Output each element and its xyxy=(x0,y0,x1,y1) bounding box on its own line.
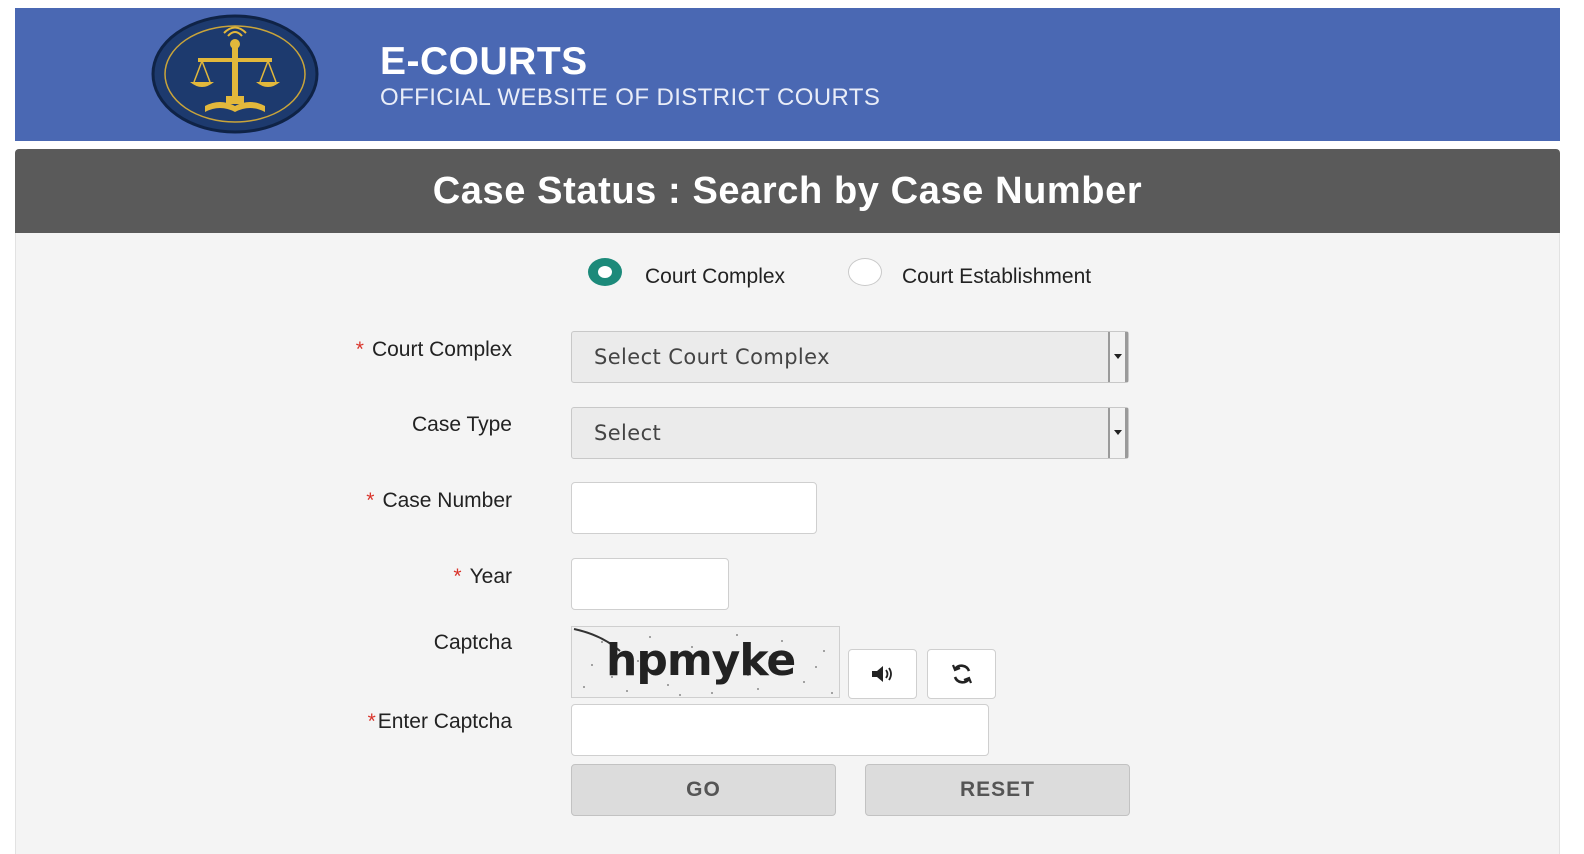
enter-captcha-input[interactable] xyxy=(571,704,989,756)
court-complex-select[interactable]: Select Court Complex xyxy=(571,331,1129,383)
enter-captcha-label: *Enter Captcha xyxy=(367,710,512,733)
page-title-bar: Case Status : Search by Case Number xyxy=(15,149,1560,233)
chevron-down-icon[interactable] xyxy=(1108,332,1128,382)
case-number-label: * Case Number xyxy=(366,489,512,512)
court-complex-radio-label[interactable]: Court Complex xyxy=(645,265,785,289)
captcha-refresh-button[interactable] xyxy=(927,649,996,699)
case-number-input[interactable] xyxy=(571,482,817,534)
court-complex-radio[interactable] xyxy=(588,258,622,286)
case-type-select[interactable]: Select xyxy=(571,407,1129,459)
captcha-audio-button[interactable] xyxy=(848,649,917,699)
captcha-image: hpmyke xyxy=(571,626,840,698)
required-marker: * xyxy=(367,710,376,733)
captcha-label: Captcha xyxy=(433,631,512,654)
case-type-selected-value: Select xyxy=(594,421,662,445)
speaker-icon xyxy=(871,666,892,682)
page-title: Case Status : Search by Case Number xyxy=(432,169,1143,212)
required-marker: * xyxy=(366,489,375,512)
refresh-icon xyxy=(951,664,972,684)
required-marker: * xyxy=(453,565,462,588)
court-complex-label: * Court Complex xyxy=(355,338,512,361)
site-title: E-COURTS xyxy=(380,40,588,83)
court-complex-selected-value: Select Court Complex xyxy=(594,345,830,369)
search-form-panel xyxy=(15,233,1560,854)
court-establishment-radio-label[interactable]: Court Establishment xyxy=(902,265,1091,289)
captcha-text: hpmyke xyxy=(606,635,796,686)
site-subtitle: OFFICIAL WEBSITE OF DISTRICT COURTS xyxy=(380,84,881,111)
case-type-label: Case Type xyxy=(411,413,512,436)
year-input[interactable] xyxy=(571,558,729,610)
ecourts-emblem-icon[interactable] xyxy=(150,14,320,134)
required-marker: * xyxy=(355,338,364,361)
year-label: * Year xyxy=(453,565,512,588)
chevron-down-icon[interactable] xyxy=(1108,408,1128,458)
site-header: E-COURTS OFFICIAL WEBSITE OF DISTRICT CO… xyxy=(15,8,1560,141)
go-button[interactable]: GO xyxy=(571,764,836,816)
court-establishment-radio[interactable] xyxy=(848,258,882,286)
reset-button[interactable]: RESET xyxy=(865,764,1130,816)
